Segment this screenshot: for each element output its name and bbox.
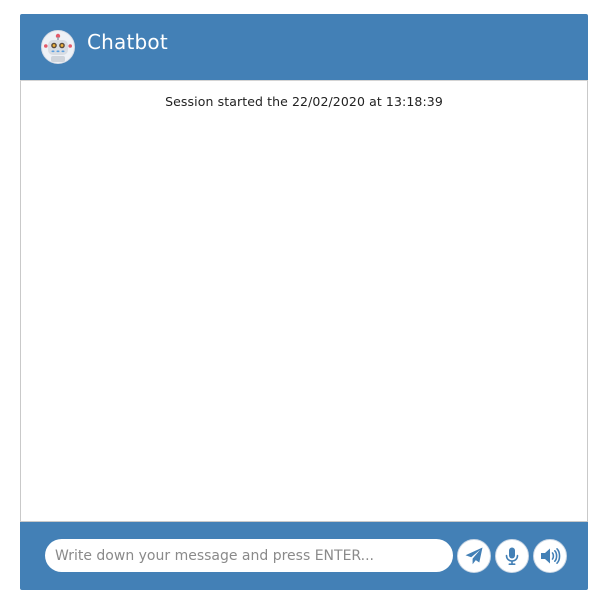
message-area[interactable]: Session started the 22/02/2020 at 13:18:… [20,80,588,522]
microphone-button[interactable] [495,539,529,573]
session-start-note: Session started the 22/02/2020 at 13:18:… [165,94,443,109]
microphone-icon [505,547,519,565]
message-input[interactable] [45,539,453,572]
send-button[interactable] [457,539,491,573]
paper-plane-icon [465,547,483,565]
audio-button[interactable] [533,539,567,573]
chatbot-widget: Chatbot Session started the 22/02/2020 a… [20,14,588,590]
chat-footer [20,522,588,590]
chat-header: Chatbot [20,14,588,80]
robot-icon [44,33,72,62]
avatar [41,30,75,64]
chat-title: Chatbot [87,30,168,54]
speaker-icon [541,548,561,564]
